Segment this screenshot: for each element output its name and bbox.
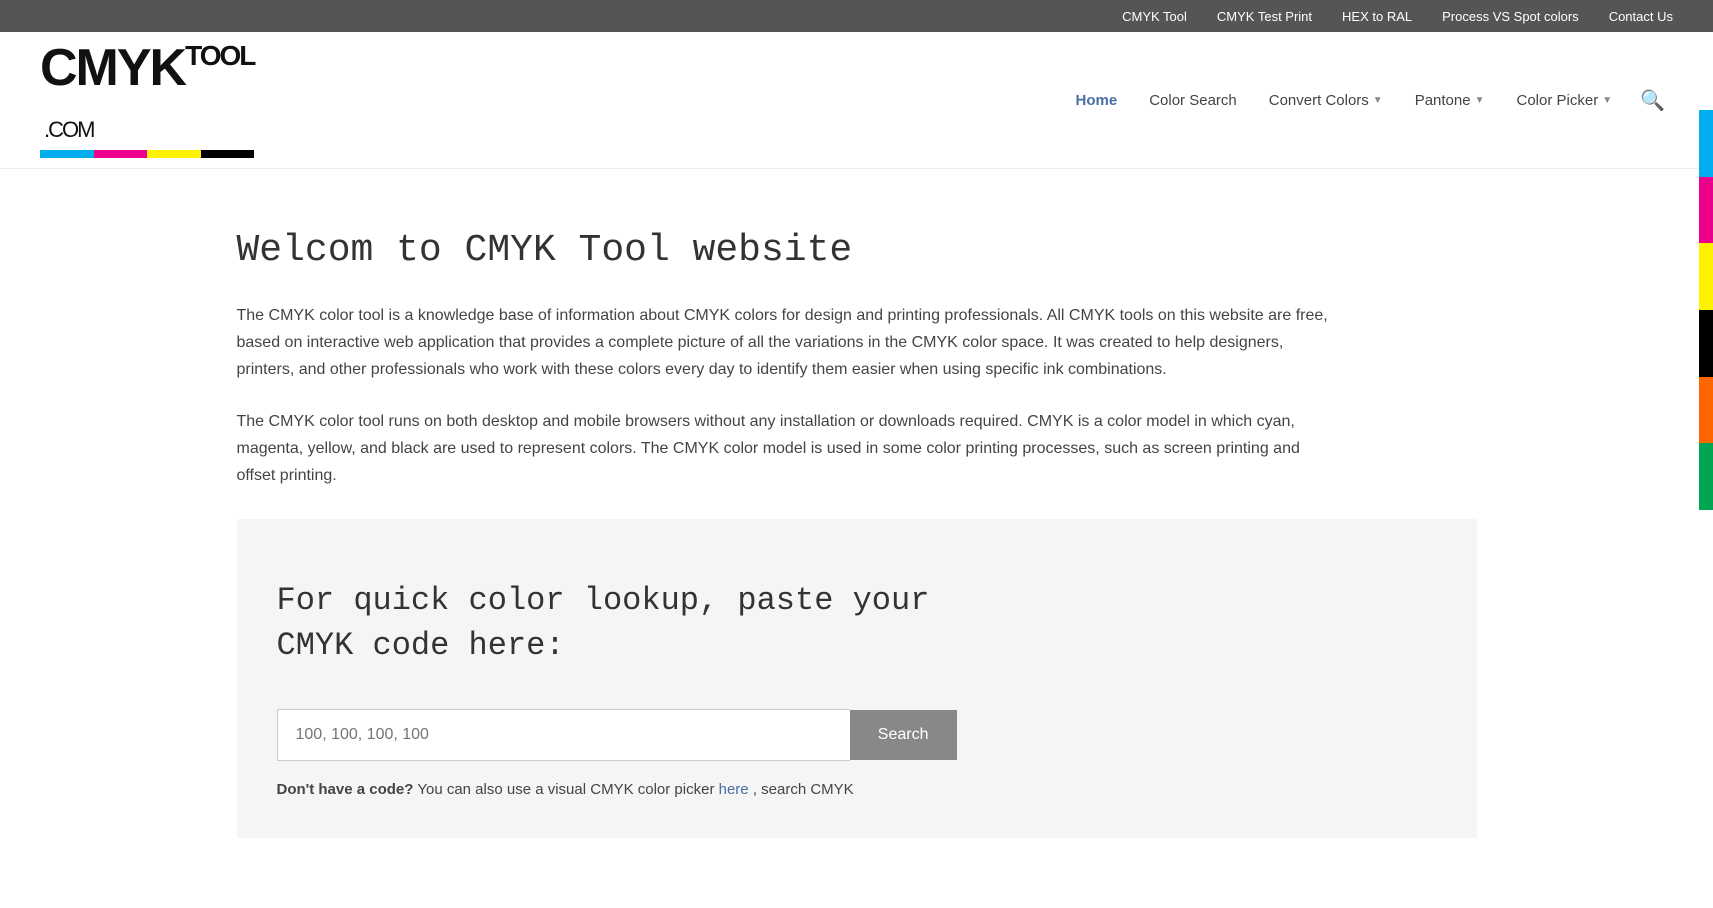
page-title: Welcom to CMYK Tool website [237, 229, 1477, 272]
logo-text: CMYKTOOL .COM [40, 42, 254, 146]
topbar-link-cmyk-test-print[interactable]: CMYK Test Print [1217, 9, 1312, 24]
nav-item-color-search[interactable]: Color Search [1137, 84, 1249, 117]
nav-item-color-picker[interactable]: Color Picker ▼ [1505, 84, 1625, 117]
sidebar-color-black [1699, 310, 1713, 377]
paragraph-1: The CMYK color tool is a knowledge base … [237, 302, 1337, 384]
pantone-label: Pantone [1415, 92, 1471, 109]
dont-have-middle: You can also use a visual CMYK color pic… [417, 781, 718, 798]
nav-item-convert-colors[interactable]: Convert Colors ▼ [1257, 84, 1395, 117]
search-row: Search [277, 709, 957, 761]
logo-wrap: CMYKTOOL .COM [40, 42, 254, 158]
main-content: Welcom to CMYK Tool website The CMYK col… [157, 169, 1557, 908]
color-lookup-section: For quick color lookup, paste your CMYK … [237, 519, 1477, 838]
sidebar-color-cyan [1699, 110, 1713, 177]
logo-cmyk: CMYK [40, 39, 185, 97]
sidebar-color-yellow [1699, 243, 1713, 310]
logo-dotcom: .COM [44, 117, 93, 142]
sidebar-color-green [1699, 443, 1713, 510]
color-lookup-title: For quick color lookup, paste your CMYK … [277, 579, 977, 669]
right-sidebar-colors [1699, 110, 1713, 510]
here-link[interactable]: here [719, 781, 749, 798]
logo-color-bar [40, 150, 254, 158]
search-button[interactable]: Search [850, 710, 957, 760]
dont-have-code-text: Don't have a code? You can also use a vi… [277, 781, 1437, 798]
logo-color-magenta [94, 150, 148, 158]
paragraph-2: The CMYK color tool runs on both desktop… [237, 408, 1337, 490]
topbar-link-process-vs-spot[interactable]: Process VS Spot colors [1442, 9, 1579, 24]
nav-item-home[interactable]: Home [1064, 84, 1130, 117]
pantone-arrow: ▼ [1475, 95, 1485, 106]
dont-have-suffix: , search CMYK [753, 781, 854, 798]
cmyk-search-input[interactable] [277, 709, 850, 761]
logo-tool: TOOL [185, 40, 254, 71]
sidebar-color-magenta [1699, 177, 1713, 244]
nav-item-pantone[interactable]: Pantone ▼ [1403, 84, 1497, 117]
dont-have-strong: Don't have a code? [277, 781, 414, 798]
color-picker-label: Color Picker [1517, 92, 1599, 109]
color-picker-arrow: ▼ [1602, 95, 1612, 106]
topbar-link-contact-us[interactable]: Contact Us [1609, 9, 1673, 24]
header: CMYKTOOL .COM Home Color Search Convert C… [0, 32, 1713, 169]
logo-color-yellow [147, 150, 201, 158]
logo-color-cyan [40, 150, 94, 158]
topbar-link-hex-to-ral[interactable]: HEX to RAL [1342, 9, 1412, 24]
search-icon[interactable]: 🔍 [1632, 80, 1673, 121]
main-nav: Home Color Search Convert Colors ▼ Panto… [1064, 80, 1673, 121]
logo-area[interactable]: CMYKTOOL .COM [40, 42, 254, 158]
topbar-link-cmyk-tool[interactable]: CMYK Tool [1122, 9, 1187, 24]
top-bar: CMYK Tool CMYK Test Print HEX to RAL Pro… [0, 0, 1713, 32]
convert-colors-arrow: ▼ [1373, 95, 1383, 106]
logo-color-black [201, 150, 255, 158]
sidebar-color-orange [1699, 377, 1713, 444]
convert-colors-label: Convert Colors [1269, 92, 1369, 109]
